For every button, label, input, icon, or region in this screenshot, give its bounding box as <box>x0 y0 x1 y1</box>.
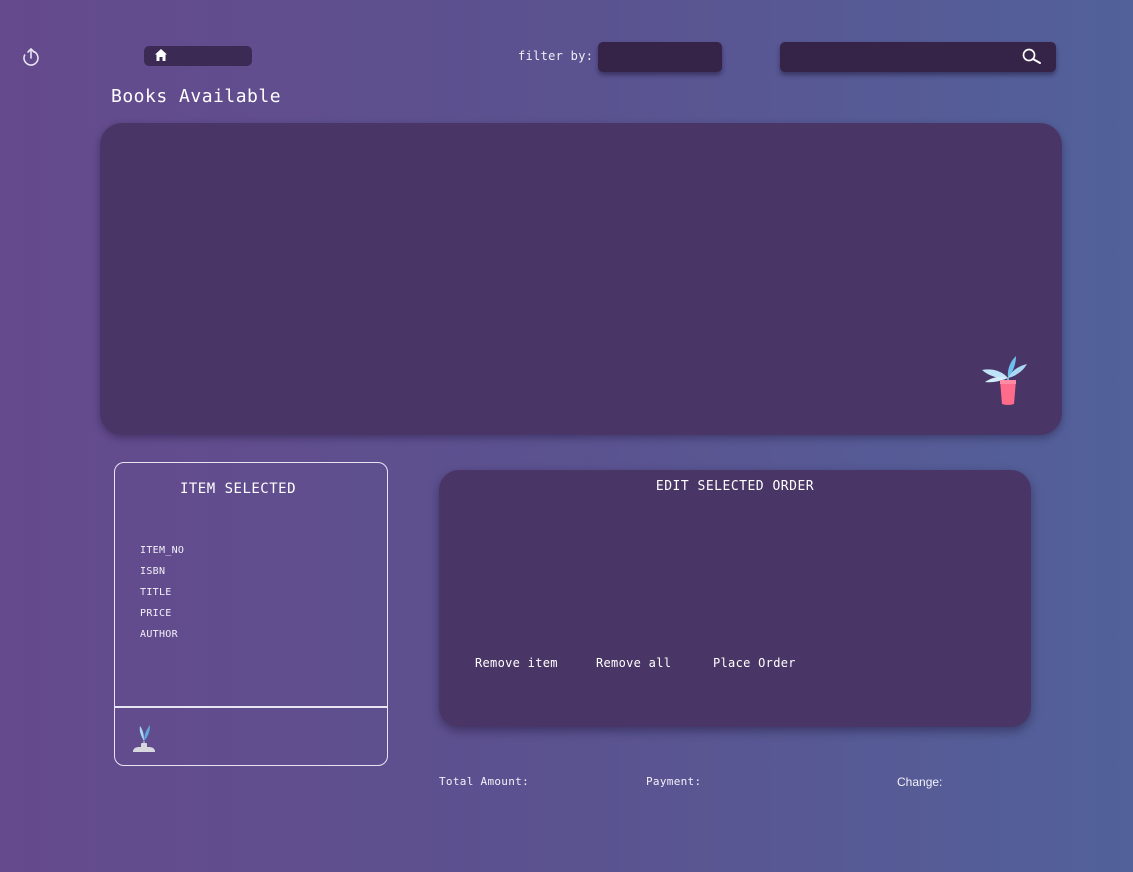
edit-order-title: EDIT SELECTED ORDER <box>655 479 815 494</box>
remove-all-button[interactable]: Remove all <box>596 656 671 670</box>
books-table-panel[interactable] <box>100 123 1062 435</box>
logout-button[interactable] <box>20 46 42 68</box>
search-input[interactable] <box>790 47 1010 67</box>
small-plant-icon <box>133 725 155 752</box>
item-selected-title: ITEM SELECTED <box>179 481 297 497</box>
home-button[interactable] <box>144 46 252 66</box>
filter-label: filter by: <box>518 49 594 63</box>
field-isbn: ISBN <box>140 566 166 577</box>
filter-dropdown[interactable] <box>598 42 722 72</box>
search-icon[interactable] <box>1021 47 1043 67</box>
card-divider <box>115 706 387 708</box>
place-order-button[interactable]: Place Order <box>713 656 796 670</box>
field-item-no: ITEM_NO <box>140 545 185 556</box>
change-label: Change: <box>897 775 943 789</box>
potted-plant-icon <box>982 356 1027 405</box>
field-price: PRICE <box>140 608 172 619</box>
edit-order-panel: EDIT SELECTED ORDER Remove item Remove a… <box>439 470 1031 727</box>
total-amount-label: Total Amount: <box>439 775 529 788</box>
remove-item-button[interactable]: Remove item <box>475 656 558 670</box>
field-title: TITLE <box>140 587 172 598</box>
field-author: AUTHOR <box>140 629 178 640</box>
item-selected-card: ITEM SELECTED ITEM_NO ISBN TITLE PRICE A… <box>114 462 388 766</box>
books-available-title: Books Available <box>111 86 282 107</box>
search-box <box>780 42 1056 72</box>
power-icon <box>23 48 39 66</box>
payment-label: Payment: <box>646 775 702 788</box>
home-icon <box>155 49 167 61</box>
